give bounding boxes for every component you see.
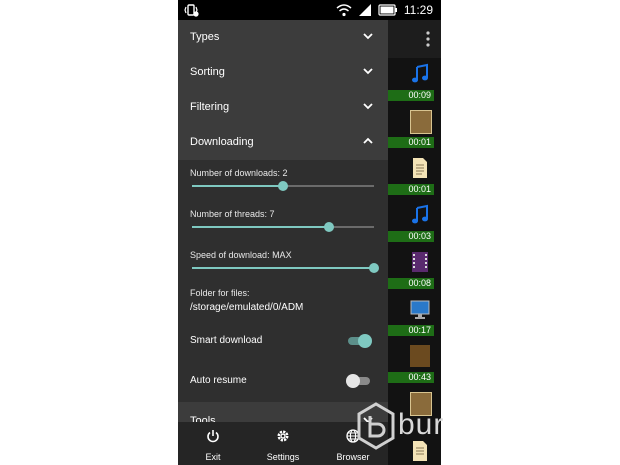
section-types[interactable]: Types [178,20,388,54]
music-note-icon [412,204,428,224]
wifi-icon [336,4,352,17]
settings-button[interactable]: Settings [253,422,313,465]
slider-thumb[interactable] [369,263,379,273]
number-of-downloads-slider[interactable] [192,181,374,191]
chevron-down-icon [363,68,373,75]
auto-resume-label: Auto resume [190,375,247,386]
download-time: 00:03 [382,231,434,242]
image-icon [410,110,432,134]
downloading-settings-panel: Number of downloads: 2 Number of threads… [178,160,388,402]
section-label: Types [190,31,220,43]
download-time: 00:01 [382,137,434,148]
auto-resume-toggle[interactable] [346,374,372,388]
watermark-text: bur [398,408,445,441]
folder-label: Folder for files: [190,288,250,298]
chevron-up-icon [363,137,373,144]
download-time: 00:01 [382,184,434,195]
music-note-icon [412,63,428,83]
status-time: 11:29 [403,3,433,17]
section-label: Sorting [190,66,225,78]
download-time: 00:09 [382,90,434,101]
exit-label: Exit [205,452,221,462]
signal-icon [358,4,371,16]
gear-icon [277,430,289,442]
settings-label: Settings [266,452,300,462]
watermark-logo: bur [356,398,620,462]
power-icon [207,430,219,443]
chevron-down-icon [363,103,373,110]
phone-screen: 11:29 00:09 00:01 00:01 00:03 00:08 00:1… [178,0,441,465]
speed-of-download-slider[interactable] [192,263,379,273]
slider-thumb[interactable] [323,222,334,232]
smart-download-toggle[interactable] [346,334,372,348]
speed-of-download-label: Speed of download: MAX [190,250,292,260]
exit-button[interactable]: Exit [183,422,243,465]
folder-path[interactable]: /storage/emulated/0/ADM [190,302,303,313]
document-icon [413,158,427,178]
number-of-threads-label: Number of threads: 7 [190,209,275,219]
download-time: 00:08 [382,278,434,289]
monitor-icon [410,300,430,319]
download-time: 00:17 [382,325,434,336]
chevron-down-icon [363,33,373,40]
section-label: Downloading [190,136,254,148]
slider-thumb[interactable] [278,181,288,191]
download-time: 00:43 [382,372,434,383]
archive-icon [410,345,430,367]
smart-download-row[interactable]: Smart download [178,326,388,356]
battery-icon [378,4,397,16]
watermark-shield-icon [357,402,395,450]
number-of-threads-slider[interactable] [192,222,374,232]
vibrate-icon [184,4,199,17]
number-of-downloads-label: Number of downloads: 2 [190,168,288,178]
section-sorting[interactable]: Sorting [178,55,388,89]
auto-resume-row[interactable]: Auto resume [178,366,388,396]
overflow-menu-icon[interactable] [425,30,431,48]
section-filtering[interactable]: Filtering [178,90,388,124]
section-downloading[interactable]: Downloading [178,125,388,159]
video-icon [412,252,428,272]
section-label: Filtering [190,101,230,113]
status-bar: 11:29 [178,0,441,20]
smart-download-label: Smart download [190,335,263,346]
